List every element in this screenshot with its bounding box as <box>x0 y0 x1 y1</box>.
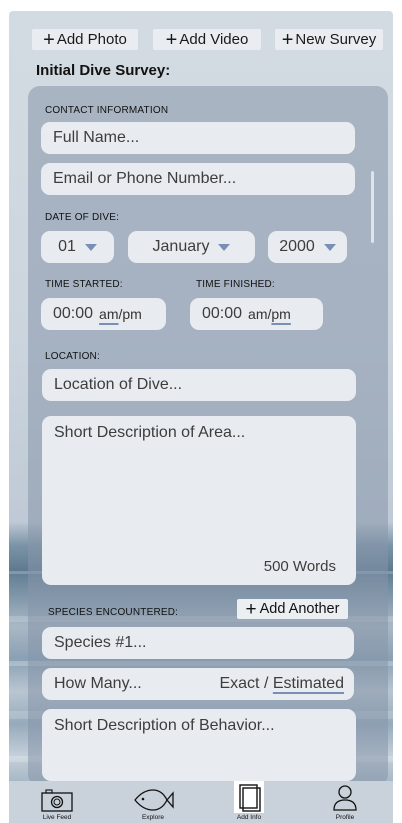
scrollbar[interactable] <box>371 171 374 243</box>
behavior-description-field[interactable]: Short Description of Behavior... <box>42 709 356 781</box>
plus-icon: + <box>245 598 257 620</box>
tab-add-info[interactable]: Add Info <box>209 781 289 821</box>
plus-icon: + <box>43 28 55 51</box>
time-started-label: TIME STARTED: <box>45 279 123 290</box>
year-select[interactable]: 2000 <box>268 231 347 263</box>
plus-icon: + <box>281 28 294 51</box>
month-select[interactable]: January <box>128 231 255 263</box>
plus-icon: + <box>165 28 178 51</box>
species-section-label: SPECIES ENCOUNTERED: <box>48 607 179 618</box>
email-phone-field[interactable]: Email or Phone Number... <box>41 163 355 195</box>
bottom-tab-bar: Live Feed Explore Add Info Profile <box>9 781 393 823</box>
day-select[interactable]: 01 <box>41 231 114 263</box>
time-finished-field[interactable]: 00:00 am/pm <box>190 298 323 330</box>
species-count-field[interactable]: How Many... Exact / Estimated <box>42 668 354 700</box>
time-finished-label: TIME FINISHED: <box>196 279 275 290</box>
location-section-label: LOCATION: <box>45 351 100 362</box>
am-pm-toggle[interactable]: am/pm <box>99 306 142 322</box>
tab-live-feed[interactable]: Live Feed <box>17 787 97 821</box>
add-photo-button[interactable]: + Add Photo <box>32 29 138 50</box>
add-another-button[interactable]: + Add Another <box>237 599 348 619</box>
person-icon <box>333 785 357 811</box>
tab-profile[interactable]: Profile <box>305 783 385 821</box>
add-video-button[interactable]: + Add Video <box>153 29 261 50</box>
word-limit: 500 Words <box>263 558 336 575</box>
chevron-down-icon <box>84 243 97 251</box>
fish-icon <box>134 789 174 811</box>
am-pm-toggle[interactable]: am/pm <box>248 306 291 322</box>
exact-estimated-toggle[interactable]: Exact / Estimated <box>219 675 344 693</box>
area-description-field[interactable]: Short Description of Area... 500 Words <box>42 416 356 585</box>
time-started-field[interactable]: 00:00 am/pm <box>41 298 166 330</box>
chevron-down-icon <box>323 243 336 251</box>
document-icon <box>234 781 264 813</box>
new-survey-button[interactable]: + New Survey <box>275 29 383 50</box>
full-name-field[interactable]: Full Name... <box>41 122 355 154</box>
tab-explore[interactable]: Explore <box>113 787 193 821</box>
species-field[interactable]: Species #1... <box>42 627 354 659</box>
date-section-label: DATE OF DIVE: <box>45 212 120 223</box>
camera-icon <box>41 789 73 812</box>
chevron-down-icon <box>218 243 231 251</box>
contact-section-label: CONTACT INFORMATION <box>45 105 169 116</box>
location-field[interactable]: Location of Dive... <box>42 369 356 401</box>
page-title: Initial Dive Survey: <box>36 62 171 79</box>
